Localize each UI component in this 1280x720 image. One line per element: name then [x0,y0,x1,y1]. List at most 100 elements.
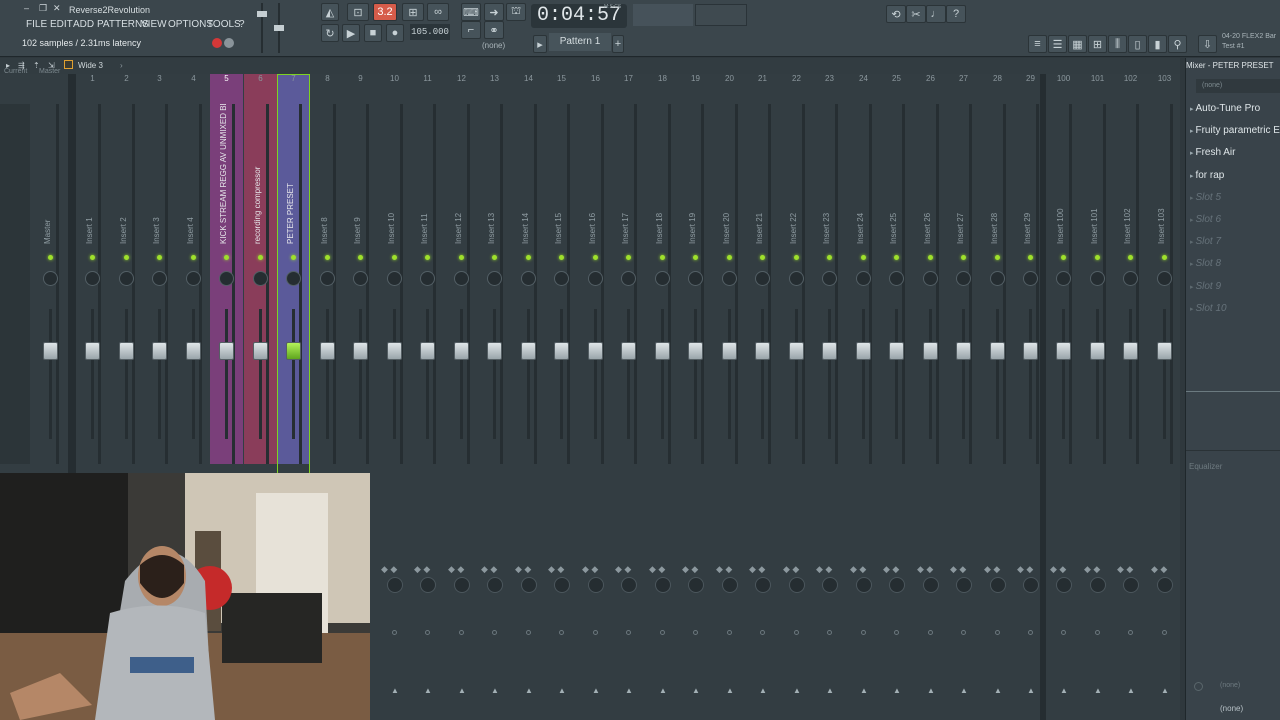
mute-led-icon[interactable] [894,255,899,260]
mixer-strip[interactable]: 29 Insert 29 ◆ ◆ ▲ [1014,74,1047,720]
route-triangle-icon[interactable]: ▲ [759,686,767,695]
effect-slot[interactable]: ▸ Slot 6 [1190,214,1221,225]
route-arrows-icon[interactable]: ◆ ◆ [481,564,497,575]
send-indicator-icon[interactable] [794,630,799,635]
menu-edit[interactable]: EDIT [50,19,73,30]
send-indicator-icon[interactable] [559,630,564,635]
route-triangle-icon[interactable]: ▲ [793,686,801,695]
pan-knob[interactable] [487,271,502,286]
strip-name[interactable]: Insert 21 [755,104,769,244]
input-select[interactable]: (none) [1196,79,1280,93]
pan-knob[interactable] [1056,271,1071,286]
strip-name[interactable]: Insert 8 [320,104,334,244]
mute-led-icon[interactable] [995,255,1000,260]
pan-knob[interactable] [1023,271,1038,286]
route-arrows-icon[interactable]: ◆ ◆ [582,564,598,575]
route-triangle-icon[interactable]: ▲ [592,686,600,695]
mute-led-icon[interactable] [492,255,497,260]
stereo-separation-knob[interactable] [387,577,403,593]
mixer-preset-label[interactable]: Wide 3 [78,61,103,70]
strip-number[interactable]: 19 [679,74,712,86]
playlist-icon[interactable]: ≡ [1028,35,1047,53]
master-volume-slider[interactable] [257,3,267,53]
output-none-1[interactable]: (none) [1220,682,1240,689]
mixer-strip[interactable]: 19 Insert 19 ◆ ◆ ▲ [679,74,712,720]
pan-knob[interactable] [219,271,234,286]
strip-name[interactable]: Insert 22 [789,104,803,244]
piano-roll-icon[interactable]: ▦ [1068,35,1087,53]
mixer-strip[interactable]: 24 Insert 24 ◆ ◆ ▲ [847,74,880,720]
menu-file[interactable]: FILE [26,19,47,30]
strip-name[interactable]: Insert 12 [454,104,468,244]
volume-fader[interactable] [320,342,335,360]
output-select[interactable]: (none) [1220,704,1243,713]
step-mode-button[interactable]: 3.2 [373,3,397,21]
strip-name[interactable]: Insert 25 [889,104,903,244]
strip-name[interactable]: Insert 19 [688,104,702,244]
volume-fader[interactable] [990,342,1005,360]
mute-led-icon[interactable] [660,255,665,260]
news-title[interactable]: 04-20 FLEX2 Bar [1222,33,1276,40]
mixer-strip[interactable]: 10 Insert 10 ◆ ◆ ▲ [378,74,411,720]
send-indicator-icon[interactable] [861,630,866,635]
route-arrows-icon[interactable]: ◆ ◆ [649,564,665,575]
stereo-separation-knob[interactable] [420,577,436,593]
route-triangle-icon[interactable]: ▲ [491,686,499,695]
mute-led-icon[interactable] [425,255,430,260]
stereo-separation-knob[interactable] [655,577,671,593]
mute-led-icon[interactable] [526,255,531,260]
strip-number[interactable]: 26 [914,74,947,86]
route-triangle-icon[interactable]: ▲ [1127,686,1135,695]
typing-keyboard-icon[interactable]: ⌨ [461,3,481,21]
strip-name[interactable]: Insert 102 [1123,104,1137,244]
stereo-separation-knob[interactable] [923,577,939,593]
menu-add[interactable]: ADD [73,19,94,30]
strip-number[interactable]: 13 [478,74,511,86]
route-triangle-icon[interactable]: ▲ [659,686,667,695]
touch-keyboard-icon[interactable]: ▮ [1148,35,1167,53]
route-arrows-icon[interactable]: ◆ ◆ [1017,564,1033,575]
slider-handle[interactable] [257,11,267,17]
channel-rack-icon[interactable]: ☰ [1048,35,1067,53]
mute-led-icon[interactable] [1095,255,1100,260]
volume-fader[interactable] [856,342,871,360]
undo-icon[interactable]: ⟲ [886,5,906,23]
mute-led-icon[interactable] [593,255,598,260]
strip-name[interactable]: Insert 3 [152,104,166,244]
mute-led-icon[interactable] [827,255,832,260]
mixer-strip[interactable]: 16 Insert 16 ◆ ◆ ▲ [579,74,612,720]
pattern-prev-icon[interactable]: ▸ [533,35,547,53]
volume-fader[interactable] [588,342,603,360]
pan-knob[interactable] [889,271,904,286]
mute-led-icon[interactable] [157,255,162,260]
strip-number[interactable]: 25 [880,74,913,86]
song-mode-icon[interactable]: ↻ [321,24,339,42]
strip-number[interactable]: 23 [813,74,846,86]
route-triangle-icon[interactable]: ▲ [424,686,432,695]
strip-number[interactable]: 20 [713,74,746,86]
stereo-separation-knob[interactable] [990,577,1006,593]
route-arrows-icon[interactable]: ◆ ◆ [716,564,732,575]
strip-number[interactable]: 16 [579,74,612,86]
arrow-right-icon[interactable]: ➜ [484,3,504,21]
volume-fader[interactable] [119,342,134,360]
stamp-icon[interactable]: ⛫ [506,3,526,21]
mixer-icon[interactable]: ⫼ [1108,35,1127,53]
volume-fader[interactable] [688,342,703,360]
mixer-strip[interactable]: 13 Insert 13 ◆ ◆ ▲ [478,74,511,720]
volume-fader[interactable] [454,342,469,360]
strip-number[interactable]: 4 [177,74,210,86]
volume-fader[interactable] [85,342,100,360]
volume-fader[interactable] [1123,342,1138,360]
stereo-separation-knob[interactable] [822,577,838,593]
menu-tools[interactable]: TOOLS [207,19,241,30]
mute-led-icon[interactable] [191,255,196,260]
mixer-strip[interactable]: 11 Insert 11 ◆ ◆ ▲ [411,74,444,720]
strip-name[interactable]: Insert 4 [186,104,200,244]
strip-name[interactable]: Insert 20 [722,104,736,244]
strip-name[interactable]: PETER PRESET [286,104,300,244]
volume-fader[interactable] [253,342,268,360]
mute-led-icon[interactable] [794,255,799,260]
mute-led-icon[interactable] [325,255,330,260]
strip-number[interactable]: 7 [277,74,310,86]
